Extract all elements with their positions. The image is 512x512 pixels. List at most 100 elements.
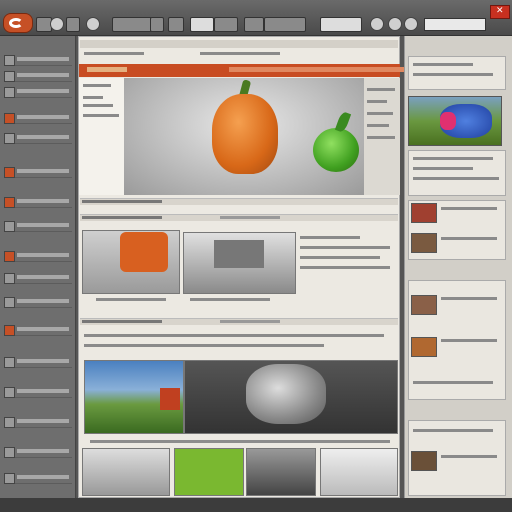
sidebar-item-icon	[4, 417, 15, 428]
toolbar-icon-5[interactable]	[404, 17, 418, 31]
sidebar-item-label	[17, 299, 69, 303]
close-icon[interactable]	[490, 5, 510, 19]
sidebar-card	[408, 56, 506, 90]
logo-mark-icon	[9, 18, 23, 28]
section-bar-text	[220, 320, 280, 323]
card-text	[413, 157, 493, 160]
toolbar-button-7[interactable]	[214, 17, 238, 32]
tool-text	[367, 124, 389, 127]
sidebar-item-icon	[4, 297, 15, 308]
section-bar-text	[82, 320, 162, 323]
tool-text	[367, 88, 395, 91]
section-bar	[80, 214, 398, 221]
sidebar-item[interactable]	[4, 296, 72, 308]
gallery-thumbnail[interactable]	[174, 448, 244, 496]
toolbar-icon-1[interactable]	[50, 17, 64, 31]
sidebar-item[interactable]	[4, 446, 72, 458]
sidebar-item[interactable]	[4, 356, 72, 368]
gallery-thumbnail[interactable]	[320, 448, 398, 496]
sidebar-item[interactable]	[4, 272, 72, 284]
sidebar-item-label	[17, 275, 69, 279]
sidebar-item-label	[17, 199, 69, 203]
toolbar-button-10[interactable]	[320, 17, 362, 32]
sidebar-item[interactable]	[4, 324, 72, 336]
sidebar-item[interactable]	[4, 70, 72, 82]
machine-render	[246, 364, 326, 424]
card-text	[441, 455, 497, 458]
sidebar-item[interactable]	[4, 220, 72, 232]
info-text	[83, 104, 113, 107]
sidebar-card[interactable]	[408, 200, 506, 260]
sidebar-item-label	[17, 115, 69, 119]
sidebar-card[interactable]	[408, 420, 506, 496]
section-header-links[interactable]	[229, 67, 409, 72]
sidebar-item-icon	[4, 273, 15, 284]
toolbar-icon-3[interactable]	[370, 17, 384, 31]
info-text	[83, 114, 119, 117]
toolbar-icon-2[interactable]	[86, 17, 100, 31]
sidebar-item-icon	[4, 197, 15, 208]
sidebar-item-icon	[4, 71, 15, 82]
sidebar-item-icon	[4, 221, 15, 232]
featured-object-detail	[440, 112, 456, 130]
house-render	[160, 388, 180, 410]
sidebar-item-label	[17, 73, 69, 77]
sidebar-item-label	[17, 135, 69, 139]
chair-render	[120, 232, 168, 272]
sidebar-item[interactable]	[4, 166, 72, 178]
sidebar-item-icon	[4, 325, 15, 336]
toolbar-icon-4[interactable]	[388, 17, 402, 31]
section-bar-text	[82, 216, 162, 219]
info-text	[83, 84, 111, 87]
sidebar-item[interactable]	[4, 472, 72, 484]
tool-text	[367, 112, 393, 115]
sidebar-item[interactable]	[4, 86, 72, 98]
sidebar-item-label	[17, 419, 69, 423]
toolbar-button-2[interactable]	[66, 17, 80, 32]
section-bar-text	[220, 216, 280, 219]
toolbar-button-9[interactable]	[264, 17, 306, 32]
article-text	[84, 344, 324, 347]
toolbar-button-6[interactable]	[190, 17, 214, 32]
sidebar-item-icon	[4, 113, 15, 124]
sidebar-item[interactable]	[4, 132, 72, 144]
card-thumbnail	[411, 203, 437, 223]
section-header-bar	[79, 64, 409, 77]
sidebar-item[interactable]	[4, 250, 72, 262]
toolbar-text	[84, 52, 144, 55]
toolbar-button-5[interactable]	[168, 17, 184, 32]
card-text	[413, 63, 473, 66]
hero-info-panel	[79, 78, 124, 195]
hero-tools-panel	[364, 78, 400, 195]
toolbar-button-8[interactable]	[244, 17, 264, 32]
card-thumbnail	[411, 337, 437, 357]
gallery-thumbnail[interactable]	[82, 448, 170, 496]
article-text	[300, 236, 360, 239]
toolbar-button-3[interactable]	[112, 17, 152, 32]
sidebar-item-label	[17, 389, 69, 393]
card-text	[441, 207, 497, 210]
search-input[interactable]	[424, 18, 486, 31]
article-text	[300, 246, 390, 249]
gallery-thumbnail[interactable]	[246, 448, 316, 496]
sidebar-card[interactable]	[408, 280, 506, 400]
thumbnail-caption	[190, 298, 270, 301]
sidebar-item-icon	[4, 87, 15, 98]
article-text	[84, 334, 384, 337]
card-thumbnail	[411, 295, 437, 315]
section-bar	[80, 318, 398, 325]
sidebar-item[interactable]	[4, 112, 72, 124]
sidebar-item-label	[17, 57, 69, 61]
sidebar-item[interactable]	[4, 196, 72, 208]
room-render	[214, 240, 264, 268]
sidebar-item-label	[17, 223, 69, 227]
apple-render	[313, 128, 359, 172]
sidebar-item-label	[17, 449, 69, 453]
main-tab-strip[interactable]	[80, 40, 398, 48]
sidebar-item[interactable]	[4, 416, 72, 428]
card-text	[441, 297, 497, 300]
card-text	[413, 381, 493, 384]
sidebar-item[interactable]	[4, 54, 72, 66]
sidebar-item[interactable]	[4, 386, 72, 398]
toolbar-button-4[interactable]	[150, 17, 164, 32]
